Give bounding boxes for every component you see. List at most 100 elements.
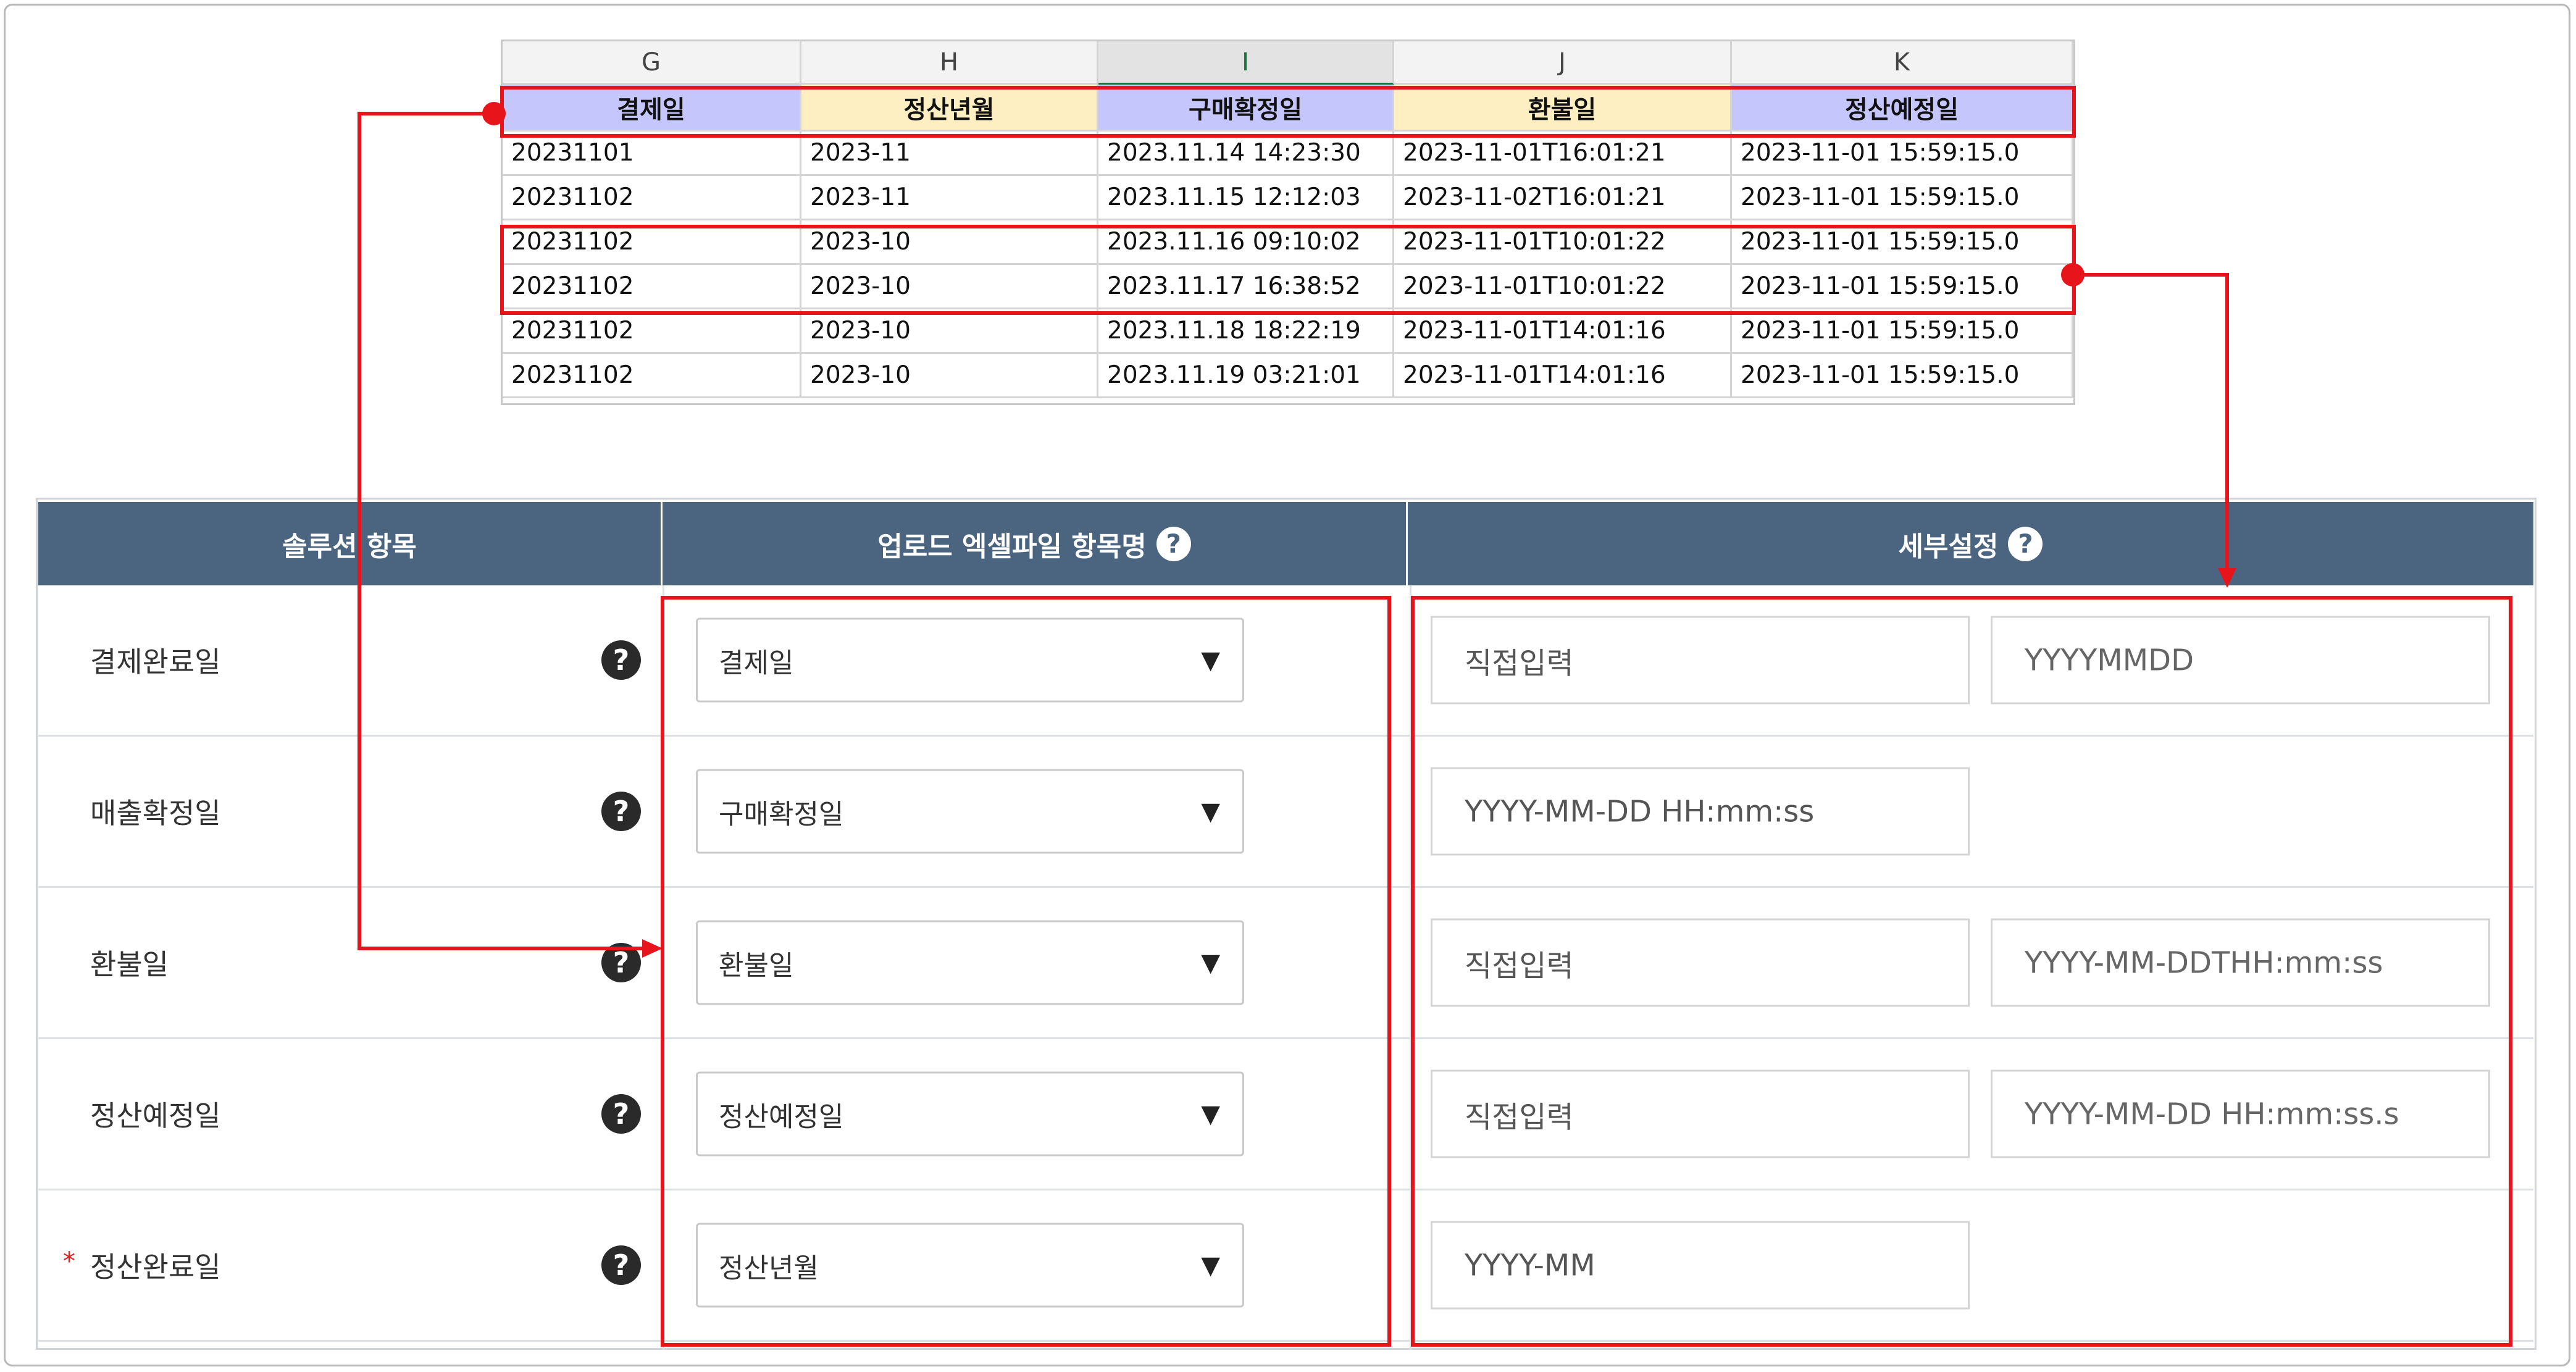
mapping-row-label-text: 정산예정일 bbox=[90, 1099, 221, 1132]
sheet-cell[interactable]: 2023-11-01 15:59:15.0 bbox=[1732, 132, 2073, 176]
header-upload-column-label: 업로드 엑셀파일 항목명 bbox=[877, 530, 1147, 563]
sheet-cell[interactable]: 20231102 bbox=[503, 354, 801, 398]
column-select[interactable]: 정산년월 ▼ bbox=[696, 1223, 1244, 1308]
column-select[interactable]: 환불일 ▼ bbox=[696, 920, 1244, 1005]
mapping-row: 결제완료일? 결제일 ▼ 직접입력 YYYYMMDD bbox=[38, 585, 2533, 737]
sheet-cell[interactable]: 2023-11-02T16:01:21 bbox=[1394, 176, 1732, 220]
sheet-cell[interactable]: 2023-11-01 15:59:15.0 bbox=[1732, 220, 2073, 265]
dropdown-arrow-icon: ▼ bbox=[1201, 797, 1220, 826]
help-icon[interactable]: ? bbox=[601, 1245, 641, 1285]
dropdown-arrow-icon: ▼ bbox=[1201, 948, 1220, 977]
date-format-input[interactable]: YYYY-MM-DD HH:mm:ss.s bbox=[1991, 1069, 2490, 1158]
sheet-cell[interactable]: 2023-11-01 15:59:15.0 bbox=[1732, 309, 2073, 354]
mapping-row: 환불일? 환불일 ▼ 직접입력 YYYY-MM-DDTHH:mm:ss bbox=[38, 888, 2533, 1039]
column-select-value: 결제일 bbox=[719, 647, 794, 679]
mapping-row-label-text: 정산완료일 bbox=[90, 1250, 221, 1284]
sheet-header-refund-date: 환불일 bbox=[1394, 85, 1732, 132]
sheet-data-row: 20231102 2023-10 2023.11.17 16:38:52 2023-1… bbox=[503, 265, 2073, 309]
mapping-row-label: 매출확정일 bbox=[90, 791, 221, 832]
help-icon[interactable]: ? bbox=[601, 640, 641, 680]
input-mode-field[interactable]: 직접입력 bbox=[1431, 616, 1970, 705]
sheet-cell[interactable]: 2023-11 bbox=[801, 176, 1098, 220]
sheet-data-row: 20231101 2023-11 2023.11.14 14:23:30 2023-1… bbox=[503, 132, 2073, 176]
help-icon[interactable]: ? bbox=[601, 1094, 641, 1134]
sheet-cell[interactable]: 2023-10 bbox=[801, 309, 1098, 354]
dropdown-arrow-icon: ▼ bbox=[1201, 646, 1220, 674]
mapping-row-label: 결제완료일 bbox=[90, 640, 221, 680]
sheet-cell[interactable]: 20231102 bbox=[503, 309, 801, 354]
column-select-value: 구매확정일 bbox=[719, 798, 844, 830]
input-mode-field[interactable]: 직접입력 bbox=[1431, 1069, 1970, 1158]
sheet-cell[interactable]: 2023-11 bbox=[801, 132, 1098, 176]
column-select[interactable]: 구매확정일 ▼ bbox=[696, 769, 1244, 854]
required-marker: * bbox=[63, 1247, 75, 1276]
sheet-cell[interactable]: 2023.11.18 18:22:19 bbox=[1098, 309, 1394, 354]
column-letter-i[interactable]: I bbox=[1098, 41, 1394, 85]
date-format-input[interactable]: YYYY-MM-DD HH:mm:ss bbox=[1431, 767, 1970, 856]
column-select-value: 환불일 bbox=[719, 950, 794, 981]
sheet-cell[interactable]: 2023-11-01 15:59:15.0 bbox=[1732, 176, 2073, 220]
column-letter-j[interactable]: J bbox=[1394, 41, 1732, 85]
sheet-data-row: 20231102 2023-10 2023.11.16 09:10:02 2023-1… bbox=[503, 220, 2073, 265]
date-format-input[interactable]: YYYYMMDD bbox=[1991, 616, 2490, 705]
mapping-row: * 정산완료일? 정산년월 ▼ YYYY-MM bbox=[38, 1190, 2533, 1342]
mapping-row-label-text: 결제완료일 bbox=[90, 645, 221, 679]
help-icon[interactable]: ? bbox=[1156, 526, 1191, 561]
sheet-cell[interactable]: 20231102 bbox=[503, 220, 801, 265]
input-mode-field[interactable]: 직접입력 bbox=[1431, 918, 1970, 1007]
column-select-value: 정산예정일 bbox=[719, 1101, 844, 1132]
sheet-cell[interactable]: 2023.11.14 14:23:30 bbox=[1098, 132, 1394, 176]
mapping-row: 매출확정일? 구매확정일 ▼ YYYY-MM-DD HH:mm:ss bbox=[38, 737, 2533, 888]
sheet-cell[interactable]: 2023-11-01T14:01:16 bbox=[1394, 309, 1732, 354]
header-solution-item: 솔루션 항목 bbox=[38, 502, 663, 585]
help-icon[interactable]: ? bbox=[601, 943, 641, 982]
dropdown-arrow-icon: ▼ bbox=[1201, 1251, 1220, 1279]
column-letter-g[interactable]: G bbox=[503, 41, 801, 85]
header-upload-column: 업로드 엑셀파일 항목명 ? bbox=[663, 502, 1408, 585]
header-detail-settings-label: 세부설정 bbox=[1898, 530, 1999, 563]
mapping-table-header: 솔루션 항목 업로드 엑셀파일 항목명 ? 세부설정 ? bbox=[38, 502, 2533, 585]
sheet-cell[interactable]: 20231102 bbox=[503, 265, 801, 309]
column-letter-row: G H I J K bbox=[503, 41, 2073, 85]
column-letter-k[interactable]: K bbox=[1732, 41, 2073, 85]
header-detail-settings: 세부설정 ? bbox=[1408, 502, 2533, 585]
header-solution-item-label: 솔루션 항목 bbox=[282, 530, 417, 563]
date-format-input[interactable]: YYYY-MM-DDTHH:mm:ss bbox=[1991, 918, 2490, 1007]
sheet-header-row: 결제일 정산년월 구매확정일 환불일 정산예정일 bbox=[503, 85, 2073, 132]
sheet-cell[interactable]: 2023-11-01 15:59:15.0 bbox=[1732, 354, 2073, 398]
sheet-header-purchase-confirm: 구매확정일 bbox=[1098, 85, 1394, 132]
column-letter-h[interactable]: H bbox=[801, 41, 1098, 85]
sheet-cell[interactable]: 2023-10 bbox=[801, 220, 1098, 265]
sheet-header-settlement-due: 정산예정일 bbox=[1732, 85, 2073, 132]
sheet-data-row: 20231102 2023-10 2023.11.18 18:22:19 2023-1… bbox=[503, 309, 2073, 354]
mapping-row-label: 정산예정일 bbox=[90, 1094, 221, 1134]
spreadsheet-preview: G H I J K 결제일 정산년월 구매확정일 환불일 정산예정일 20231… bbox=[501, 40, 2075, 405]
date-format-input[interactable]: YYYY-MM bbox=[1431, 1221, 1970, 1310]
sheet-header-payment-date: 결제일 bbox=[503, 85, 801, 132]
sheet-cell[interactable]: 2023-11-01T10:01:22 bbox=[1394, 220, 1732, 265]
sheet-cell[interactable]: 2023-11-01T10:01:22 bbox=[1394, 265, 1732, 309]
sheet-cell[interactable]: 2023-10 bbox=[801, 354, 1098, 398]
column-select[interactable]: 결제일 ▼ bbox=[696, 617, 1244, 703]
sheet-cell[interactable]: 2023.11.17 16:38:52 bbox=[1098, 265, 1394, 309]
column-select-value: 정산년월 bbox=[719, 1252, 819, 1284]
sheet-cell[interactable]: 2023.11.16 09:10:02 bbox=[1098, 220, 1394, 265]
mapping-row-label-text: 매출확정일 bbox=[90, 797, 221, 830]
sheet-data-row: 20231102 2023-11 2023.11.15 12:12:03 2023-1… bbox=[503, 176, 2073, 220]
mapping-row-label: * 정산완료일 bbox=[63, 1245, 221, 1286]
sheet-cell[interactable]: 20231101 bbox=[503, 132, 801, 176]
sheet-cell[interactable]: 2023-11-01T16:01:21 bbox=[1394, 132, 1732, 176]
column-select[interactable]: 정산예정일 ▼ bbox=[696, 1071, 1244, 1157]
help-icon[interactable]: ? bbox=[2008, 526, 2043, 561]
sheet-cell[interactable]: 2023.11.19 03:21:01 bbox=[1098, 354, 1394, 398]
sheet-cell[interactable]: 2023-10 bbox=[801, 265, 1098, 309]
sheet-cell[interactable]: 2023-11-01 15:59:15.0 bbox=[1732, 265, 2073, 309]
sheet-data-row: 20231102 2023-10 2023.11.19 03:21:01 2023-1… bbox=[503, 354, 2073, 398]
help-icon[interactable]: ? bbox=[601, 792, 641, 831]
sheet-cell[interactable]: 2023-11-01T14:01:16 bbox=[1394, 354, 1732, 398]
mapping-row-label-text: 환불일 bbox=[90, 948, 169, 981]
sheet-cell[interactable]: 20231102 bbox=[503, 176, 801, 220]
sheet-cell[interactable]: 2023.11.15 12:12:03 bbox=[1098, 176, 1394, 220]
mapping-row: 정산예정일? 정산예정일 ▼ 직접입력 YYYY-MM-DD HH:mm:ss.s bbox=[38, 1039, 2533, 1190]
dropdown-arrow-icon: ▼ bbox=[1201, 1100, 1220, 1128]
